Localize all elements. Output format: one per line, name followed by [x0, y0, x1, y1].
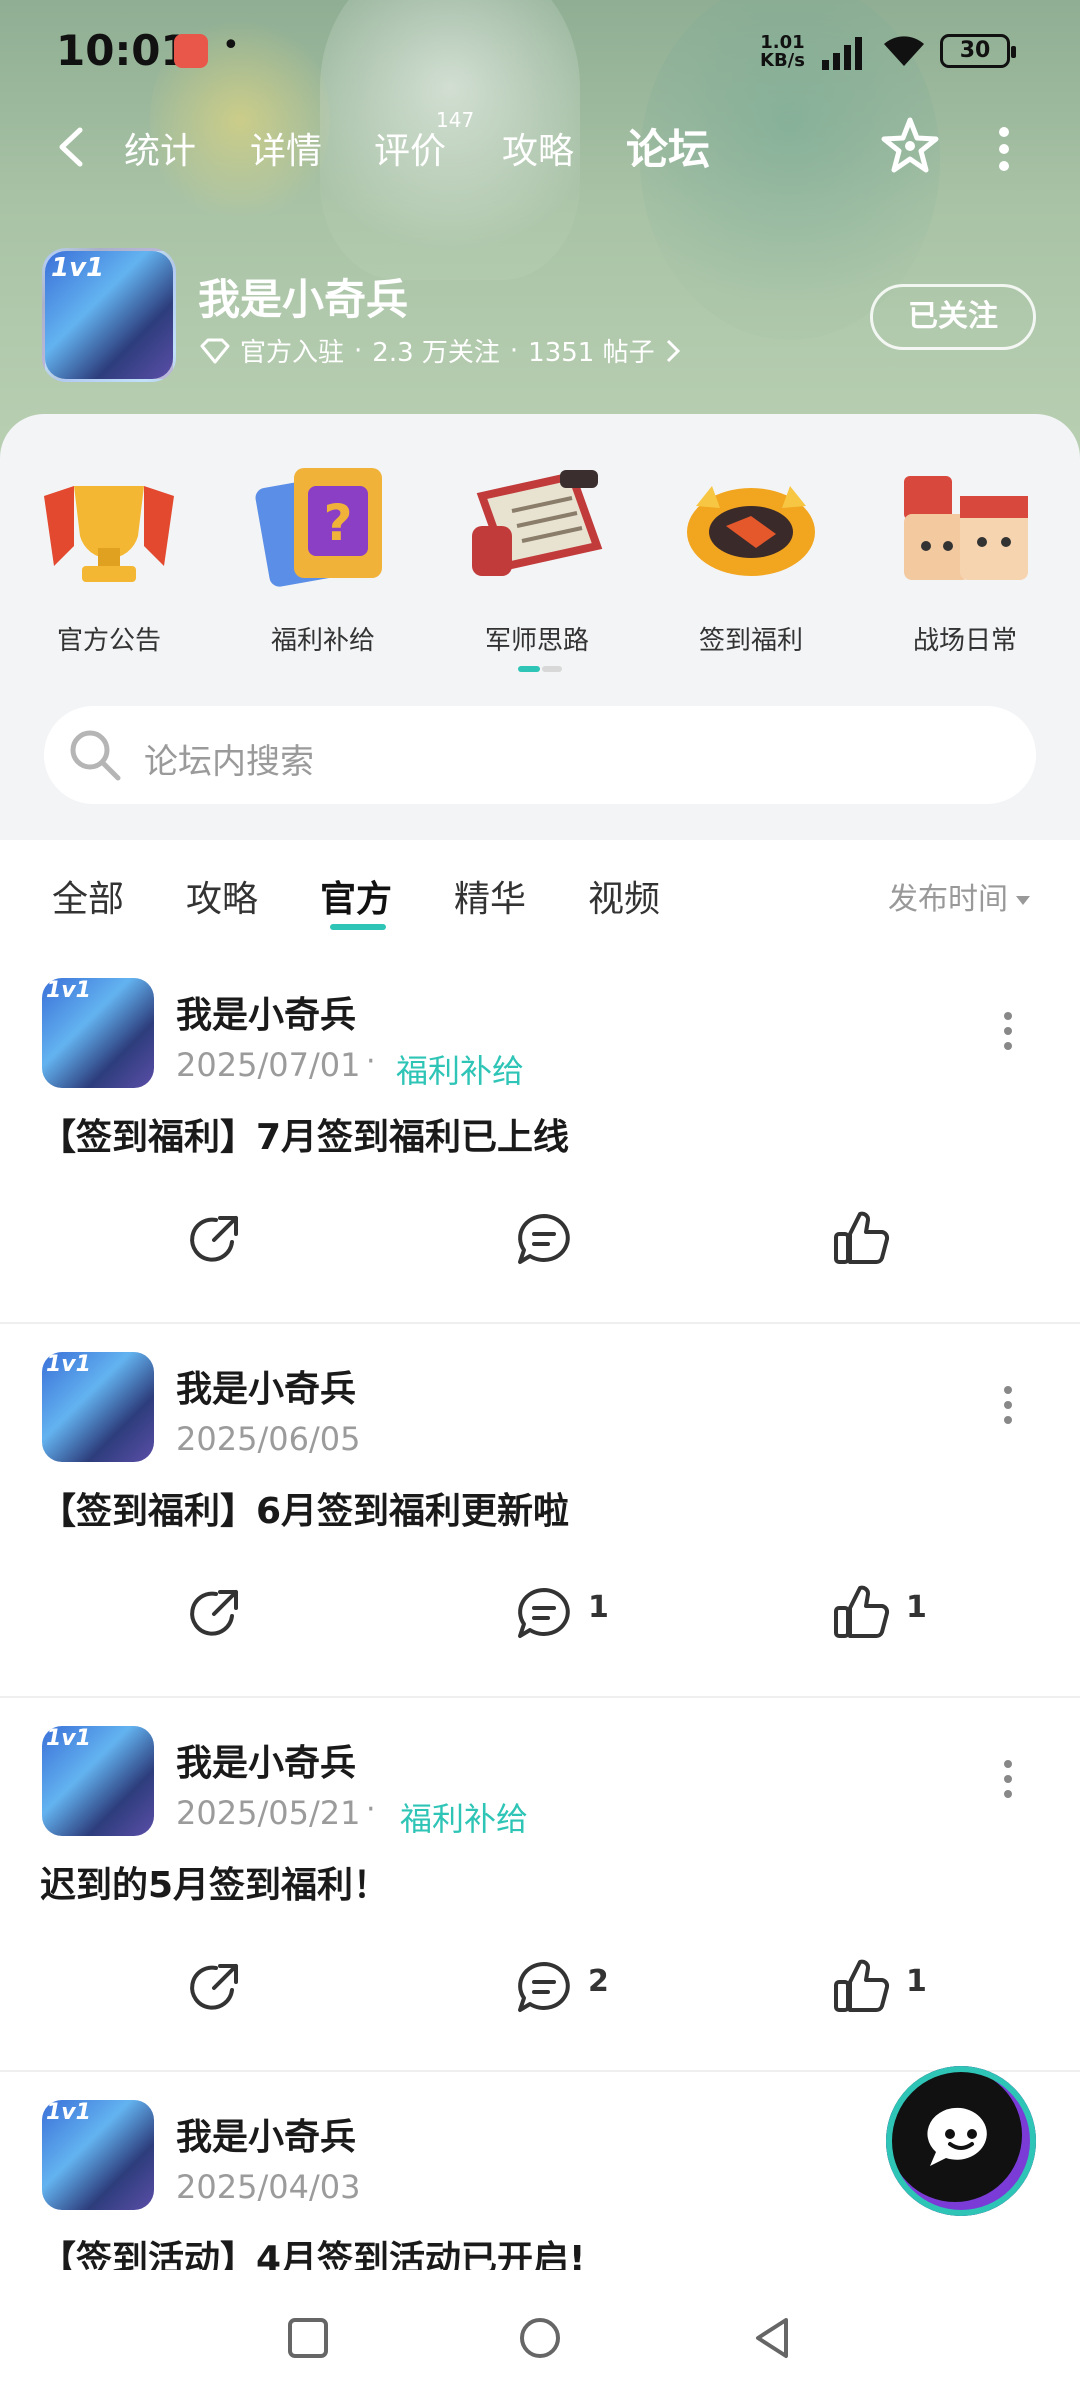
like-icon[interactable]: [832, 1582, 892, 1642]
post-title[interactable]: 迟到的5月签到福利！: [40, 1856, 389, 1908]
follows-count: 2.3 万关注: [372, 338, 500, 368]
search-icon: [70, 730, 121, 781]
post-item[interactable]: 1v1 我是小奇兵 2025/07/01 · 福利补给 【签到福利】7月签到福利…: [0, 950, 1080, 1324]
favorite-star-icon[interactable]: [878, 114, 942, 178]
author-avatar[interactable]: 1v1: [42, 1726, 154, 1836]
notification-dot-icon: •: [222, 28, 240, 63]
scroll-icon: [472, 470, 603, 576]
post-author[interactable]: 我是小奇兵: [176, 986, 356, 1038]
post-date: 2025/07/01: [176, 1046, 361, 1084]
game-icon: 1v1: [42, 248, 176, 382]
more-options-icon[interactable]: [996, 1006, 1020, 1056]
signal-icon: [822, 37, 862, 70]
comment-icon[interactable]: [514, 1586, 574, 1642]
author-avatar[interactable]: 1v1: [42, 2100, 154, 2210]
category-checkin-welfare[interactable]: 签到福利: [666, 456, 836, 657]
tab-forum[interactable]: 论坛: [626, 116, 711, 179]
pager-dot: [542, 666, 562, 672]
chat-fab-button[interactable]: [886, 2066, 1036, 2216]
filter-tab-all[interactable]: 全部: [52, 870, 124, 922]
post-item[interactable]: 1v1 我是小奇兵 2025/05/21 · 福利补给 迟到的5月签到福利！ 2…: [0, 1698, 1080, 2072]
like-icon[interactable]: [832, 1208, 892, 1268]
top-nav: 统计 详情 评价 147 攻略 论坛: [0, 100, 1080, 196]
back-icon[interactable]: [48, 122, 98, 172]
filter-tab-guides[interactable]: 攻略: [186, 870, 258, 922]
pager-dot-active: [518, 666, 540, 672]
like-count: 1: [906, 1590, 927, 1625]
share-icon[interactable]: [186, 1586, 242, 1642]
category-official-announcements[interactable]: 官方公告: [24, 456, 194, 657]
post-title[interactable]: 【签到福利】7月签到福利已上线: [40, 1108, 569, 1160]
category-strategist-ideas[interactable]: 军师思路: [452, 456, 622, 657]
filter-tabs: 全部 攻略 官方 精华 视频 发布时间: [0, 840, 1080, 950]
network-speed: 1.01 KB/s: [760, 32, 805, 71]
filter-tab-official[interactable]: 官方: [320, 870, 392, 930]
post-title[interactable]: 【签到活动】4月签到活动已开启!: [40, 2230, 585, 2270]
more-options-icon[interactable]: [984, 124, 1024, 174]
gold-wreath-icon: [687, 486, 815, 576]
post-tag[interactable]: 福利补给: [400, 1794, 528, 1840]
like-icon[interactable]: [832, 1956, 892, 2016]
search-placeholder: 论坛内搜索: [144, 742, 314, 782]
trophy-icon: [44, 486, 174, 582]
chat-bubble-icon: [927, 2107, 987, 2166]
category-pager: [518, 666, 562, 672]
comment-icon[interactable]: [514, 1960, 574, 2016]
caret-down-icon: [1016, 896, 1030, 905]
post-date: 2025/04/03: [176, 2168, 361, 2206]
comment-icon[interactable]: [514, 1212, 574, 1268]
characters-icon: [904, 476, 1028, 580]
category-welfare-supply[interactable]: ? 福利补给: [238, 456, 408, 657]
wifi-icon: [884, 36, 924, 66]
battery-icon: 30: [940, 34, 1016, 68]
svg-text:?: ?: [323, 494, 352, 552]
status-time: 10:01: [56, 26, 190, 75]
post-item[interactable]: 1v1 我是小奇兵 2025/06/05 【签到福利】6月签到福利更新啦 1 1: [0, 1324, 1080, 1698]
more-options-icon[interactable]: [996, 1380, 1020, 1430]
notification-app-icon: [174, 34, 208, 68]
official-label: 官方入驻: [240, 338, 345, 368]
diamond-icon: [200, 338, 230, 363]
posts-count[interactable]: 1351 帖子: [528, 332, 654, 369]
tab-guides[interactable]: 攻略: [502, 122, 574, 174]
follow-button[interactable]: 已关注: [870, 284, 1036, 350]
game-name: 我是小奇兵: [198, 275, 409, 324]
system-nav-bar: [0, 2270, 1080, 2400]
post-author[interactable]: 我是小奇兵: [176, 1360, 356, 1412]
share-icon[interactable]: [186, 1960, 242, 2016]
status-bar: 10:01 • 1.01 KB/s 30: [0, 0, 1080, 100]
post-author[interactable]: 我是小奇兵: [176, 2108, 356, 2160]
author-avatar[interactable]: 1v1: [42, 978, 154, 1088]
separator-dot: ·: [366, 1792, 376, 1827]
gift-card-icon: ?: [255, 468, 382, 587]
post-author[interactable]: 我是小奇兵: [176, 1734, 356, 1786]
back-triangle-icon[interactable]: [750, 2316, 794, 2360]
share-icon[interactable]: [186, 1212, 242, 1268]
post-date: 2025/06/05: [176, 1420, 361, 1458]
forum-panel: 官方公告 ? 福利补给 军师思路 签到福利 战场日常 论坛内搜索: [0, 414, 1080, 840]
forum-search-input[interactable]: 论坛内搜索: [44, 706, 1036, 804]
separator-dot: ·: [366, 1044, 376, 1079]
post-date: 2025/05/21: [176, 1794, 361, 1832]
comment-count: 1: [588, 1590, 609, 1625]
chevron-right-icon[interactable]: [665, 338, 681, 364]
category-battlefield-daily[interactable]: 战场日常: [880, 456, 1050, 657]
sort-dropdown[interactable]: 发布时间: [888, 874, 1030, 918]
filter-tab-videos[interactable]: 视频: [588, 870, 660, 922]
reviews-count-badge: 147: [436, 108, 475, 132]
recent-apps-square-icon[interactable]: [286, 2316, 330, 2360]
more-options-icon[interactable]: [996, 1754, 1020, 1804]
filter-tab-featured[interactable]: 精华: [454, 870, 526, 922]
post-title[interactable]: 【签到福利】6月签到福利更新啦: [40, 1482, 569, 1534]
tab-details[interactable]: 详情: [250, 122, 322, 174]
like-count: 1: [906, 1964, 927, 1999]
post-tag[interactable]: 福利补给: [396, 1046, 524, 1092]
comment-count: 2: [588, 1964, 609, 1999]
home-circle-icon[interactable]: [518, 2316, 562, 2360]
game-meta: 官方入驻 · 2.3 万关注 · 1351 帖子: [200, 332, 681, 369]
tab-stats[interactable]: 统计: [124, 122, 196, 174]
author-avatar[interactable]: 1v1: [42, 1352, 154, 1462]
